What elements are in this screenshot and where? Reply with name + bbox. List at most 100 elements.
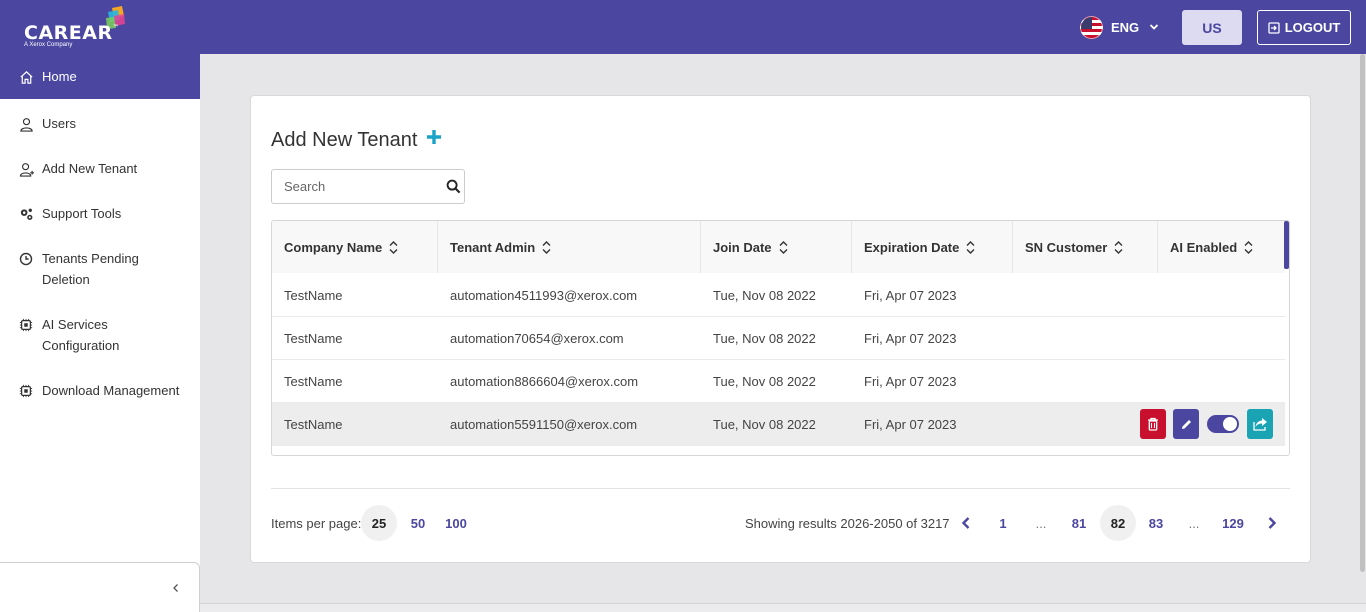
sidebar-item-tenants-pending-deletion[interactable]: Tenants Pending Deletion — [0, 250, 200, 290]
cell-tenant-admin: automation5591150@xerox.com — [450, 417, 638, 432]
footer-strip — [200, 603, 1366, 612]
sidebar-item-ai-services-configuration[interactable]: AI Services Configuration — [0, 316, 200, 356]
ai-enabled-toggle[interactable] — [1207, 415, 1239, 433]
table-row[interactable]: TestName automation70654@xerox.com Tue, … — [272, 317, 1285, 360]
prev-page-button[interactable] — [951, 508, 981, 538]
results-summary: Showing results 2026-2050 of 3217 — [745, 516, 950, 531]
cell-company-name: TestName — [284, 417, 343, 432]
logout-icon — [1268, 21, 1280, 34]
delete-button[interactable] — [1140, 409, 1166, 439]
column-header-sn-customer[interactable]: SN Customer — [1013, 221, 1158, 273]
logout-button[interactable]: LOGOUT — [1257, 10, 1351, 45]
carear-logo[interactable]: CAREAR™ A Xerox Company — [22, 6, 132, 50]
next-page-button[interactable] — [1257, 508, 1287, 538]
sort-icon — [389, 240, 398, 254]
table-row[interactable]: TestName automation5591150@xerox.com Tue… — [272, 403, 1285, 446]
cell-sn-customer — [1013, 274, 1025, 317]
sort-icon — [542, 240, 551, 254]
search-input[interactable] — [272, 170, 442, 203]
page-size-25[interactable]: 25 — [361, 505, 397, 541]
row-actions — [1140, 409, 1273, 439]
table-row[interactable]: TestName automation4511993@xerox.com Tue… — [272, 274, 1285, 317]
sort-icon — [1244, 240, 1253, 254]
divider — [271, 488, 1290, 489]
sort-icon — [779, 240, 788, 254]
column-header-tenant-admin[interactable]: Tenant Admin — [438, 221, 701, 273]
gears-icon — [18, 206, 34, 222]
chevron-right-icon — [1268, 517, 1277, 529]
cell-expiration-date: Fri, Apr 07 2023 — [864, 288, 957, 303]
share-button[interactable] — [1247, 409, 1273, 439]
logout-label: LOGOUT — [1284, 20, 1341, 35]
page-button[interactable]: 129 — [1215, 505, 1251, 541]
cell-join-date: Tue, Nov 08 2022 — [713, 331, 816, 346]
cell-join-date: Tue, Nov 08 2022 — [713, 288, 816, 303]
cell-ai-enabled — [1158, 317, 1170, 360]
column-header-expiration-date[interactable]: Expiration Date — [852, 221, 1013, 273]
sidebar-footer — [0, 562, 200, 612]
column-header-ai-enabled[interactable]: AI Enabled — [1158, 221, 1285, 273]
logo-subtitle: A Xerox Company — [24, 42, 73, 48]
language-selector[interactable]: ENG — [1080, 14, 1159, 40]
page-title: Add New Tenant — [271, 129, 418, 151]
page-button[interactable]: 83 — [1138, 505, 1174, 541]
language-label: ENG — [1111, 19, 1140, 35]
cell-ai-enabled — [1158, 274, 1170, 317]
page-ellipsis: ... — [1035, 515, 1047, 531]
sidebar-item-label: Support Tools — [42, 206, 122, 221]
search-icon[interactable] — [446, 179, 461, 194]
cell-tenant-admin: automation70654@xerox.com — [450, 331, 624, 346]
cell-expiration-date: Fri, Apr 07 2023 — [864, 417, 957, 432]
table-scrollbar[interactable] — [1284, 221, 1289, 269]
region-button[interactable]: US — [1182, 10, 1242, 45]
page-ellipsis: ... — [1188, 515, 1200, 531]
add-tenant-plus-icon[interactable] — [426, 126, 442, 150]
cell-ai-enabled — [1158, 360, 1170, 403]
add-user-icon — [18, 161, 34, 177]
column-header-label: Expiration Date — [864, 239, 960, 255]
cell-join-date: Tue, Nov 08 2022 — [713, 417, 816, 432]
sidebar-item-support-tools[interactable]: Support Tools — [0, 205, 200, 224]
cell-company-name: TestName — [284, 374, 343, 389]
chevron-down-icon — [1150, 24, 1159, 30]
table-header: Company Name Tenant Admin Join Date Expi… — [272, 221, 1285, 273]
sidebar-item-label: Download Management — [42, 383, 180, 398]
page-button[interactable]: 1 — [985, 505, 1021, 541]
cell-company-name: TestName — [284, 331, 343, 346]
cell-tenant-admin: automation4511993@xerox.com — [450, 288, 638, 303]
page-scrollbar[interactable] — [1358, 54, 1366, 574]
column-header-join-date[interactable]: Join Date — [701, 221, 852, 273]
column-header-company-name[interactable]: Company Name — [272, 221, 438, 273]
sidebar-item-add-new-tenant[interactable]: Add New Tenant — [0, 160, 200, 179]
column-header-label: Join Date — [713, 239, 772, 255]
page-size-100[interactable]: 100 — [438, 505, 474, 541]
cell-sn-customer — [1013, 317, 1025, 360]
page-size-50[interactable]: 50 — [400, 505, 436, 541]
tenants-table: Company Name Tenant Admin Join Date Expi… — [271, 220, 1290, 456]
tenant-card: Add New Tenant Company Name Tenant Admin… — [250, 95, 1311, 563]
table-row[interactable]: TestName automation8866604@xerox.com Tue… — [272, 360, 1285, 403]
sidebar: Home Users Add New Tenant Support Tools … — [0, 54, 200, 612]
edit-button[interactable] — [1173, 409, 1199, 439]
trash-icon — [1148, 417, 1158, 431]
column-header-label: Company Name — [284, 239, 383, 255]
page-scrollbar-thumb[interactable] — [1360, 54, 1365, 572]
sidebar-item-users[interactable]: Users — [0, 115, 200, 134]
chevron-left-icon[interactable] — [168, 581, 184, 597]
items-per-page-label: Items per page: — [271, 516, 362, 531]
sidebar-item-label: AI Services Configuration — [42, 317, 120, 353]
cell-sn-customer — [1013, 360, 1025, 403]
sidebar-item-home[interactable]: Home — [0, 54, 200, 99]
cell-sn-customer — [1013, 403, 1025, 446]
page-button[interactable]: 81 — [1061, 505, 1097, 541]
clock-icon — [18, 251, 34, 267]
current-page-button[interactable]: 82 — [1100, 505, 1136, 541]
column-header-label: AI Enabled — [1170, 239, 1238, 255]
sort-icon — [1114, 240, 1123, 254]
chip-icon — [18, 317, 34, 333]
cell-company-name: TestName — [284, 288, 343, 303]
column-header-label: SN Customer — [1025, 239, 1108, 255]
logo-text: CAREAR™ — [24, 22, 120, 44]
sidebar-item-download-management[interactable]: Download Management — [0, 382, 200, 401]
sort-icon — [966, 240, 975, 254]
